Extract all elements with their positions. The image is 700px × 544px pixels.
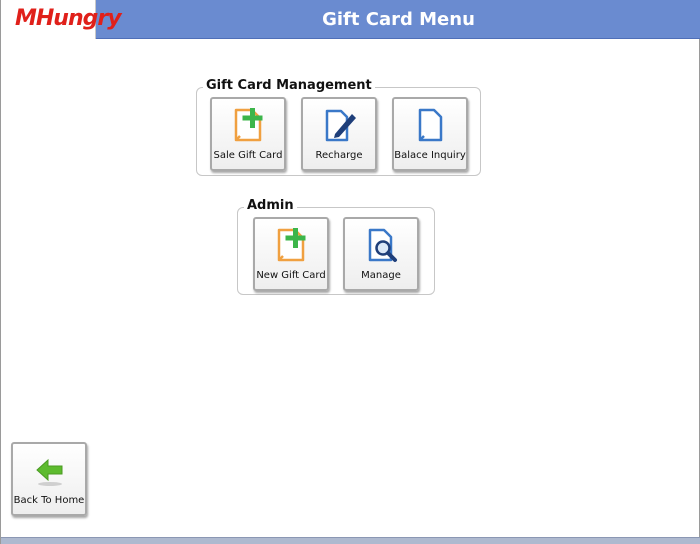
document-plus-icon: [277, 228, 306, 262]
button-label: Manage: [361, 270, 401, 281]
group-title: Admin: [244, 198, 297, 213]
admin-group: Admin New Gift Card Manage: [237, 198, 435, 295]
button-label: Back To Home: [13, 495, 85, 506]
balance-inquiry-button[interactable]: Balace Inquiry: [392, 97, 468, 171]
gift-card-management-group: Gift Card Management Sale Gift Card Rech…: [196, 78, 481, 176]
document-pen-icon: [325, 109, 356, 142]
manage-button[interactable]: Manage: [343, 217, 419, 291]
page-title: Gift Card Menu: [322, 9, 475, 30]
app-logo: MHungry: [1, 0, 122, 39]
back-to-home-button[interactable]: Back To Home: [11, 442, 87, 516]
group-title: Gift Card Management: [203, 78, 375, 93]
sale-gift-card-button[interactable]: Sale Gift Card: [210, 97, 286, 171]
button-label: Recharge: [315, 150, 363, 161]
footer-bar: [1, 537, 700, 544]
arrow-left-icon: [36, 458, 63, 486]
button-label: Sale Gift Card: [213, 150, 283, 161]
document-search-icon: [368, 228, 397, 262]
recharge-button[interactable]: Recharge: [301, 97, 377, 171]
new-gift-card-button[interactable]: New Gift Card: [253, 217, 329, 291]
button-label: Balace Inquiry: [394, 150, 466, 161]
button-label: New Gift Card: [256, 270, 326, 281]
document-icon: [418, 108, 443, 142]
document-plus-icon: [234, 108, 263, 142]
header-bar: MHungry Gift Card Menu: [1, 0, 700, 39]
